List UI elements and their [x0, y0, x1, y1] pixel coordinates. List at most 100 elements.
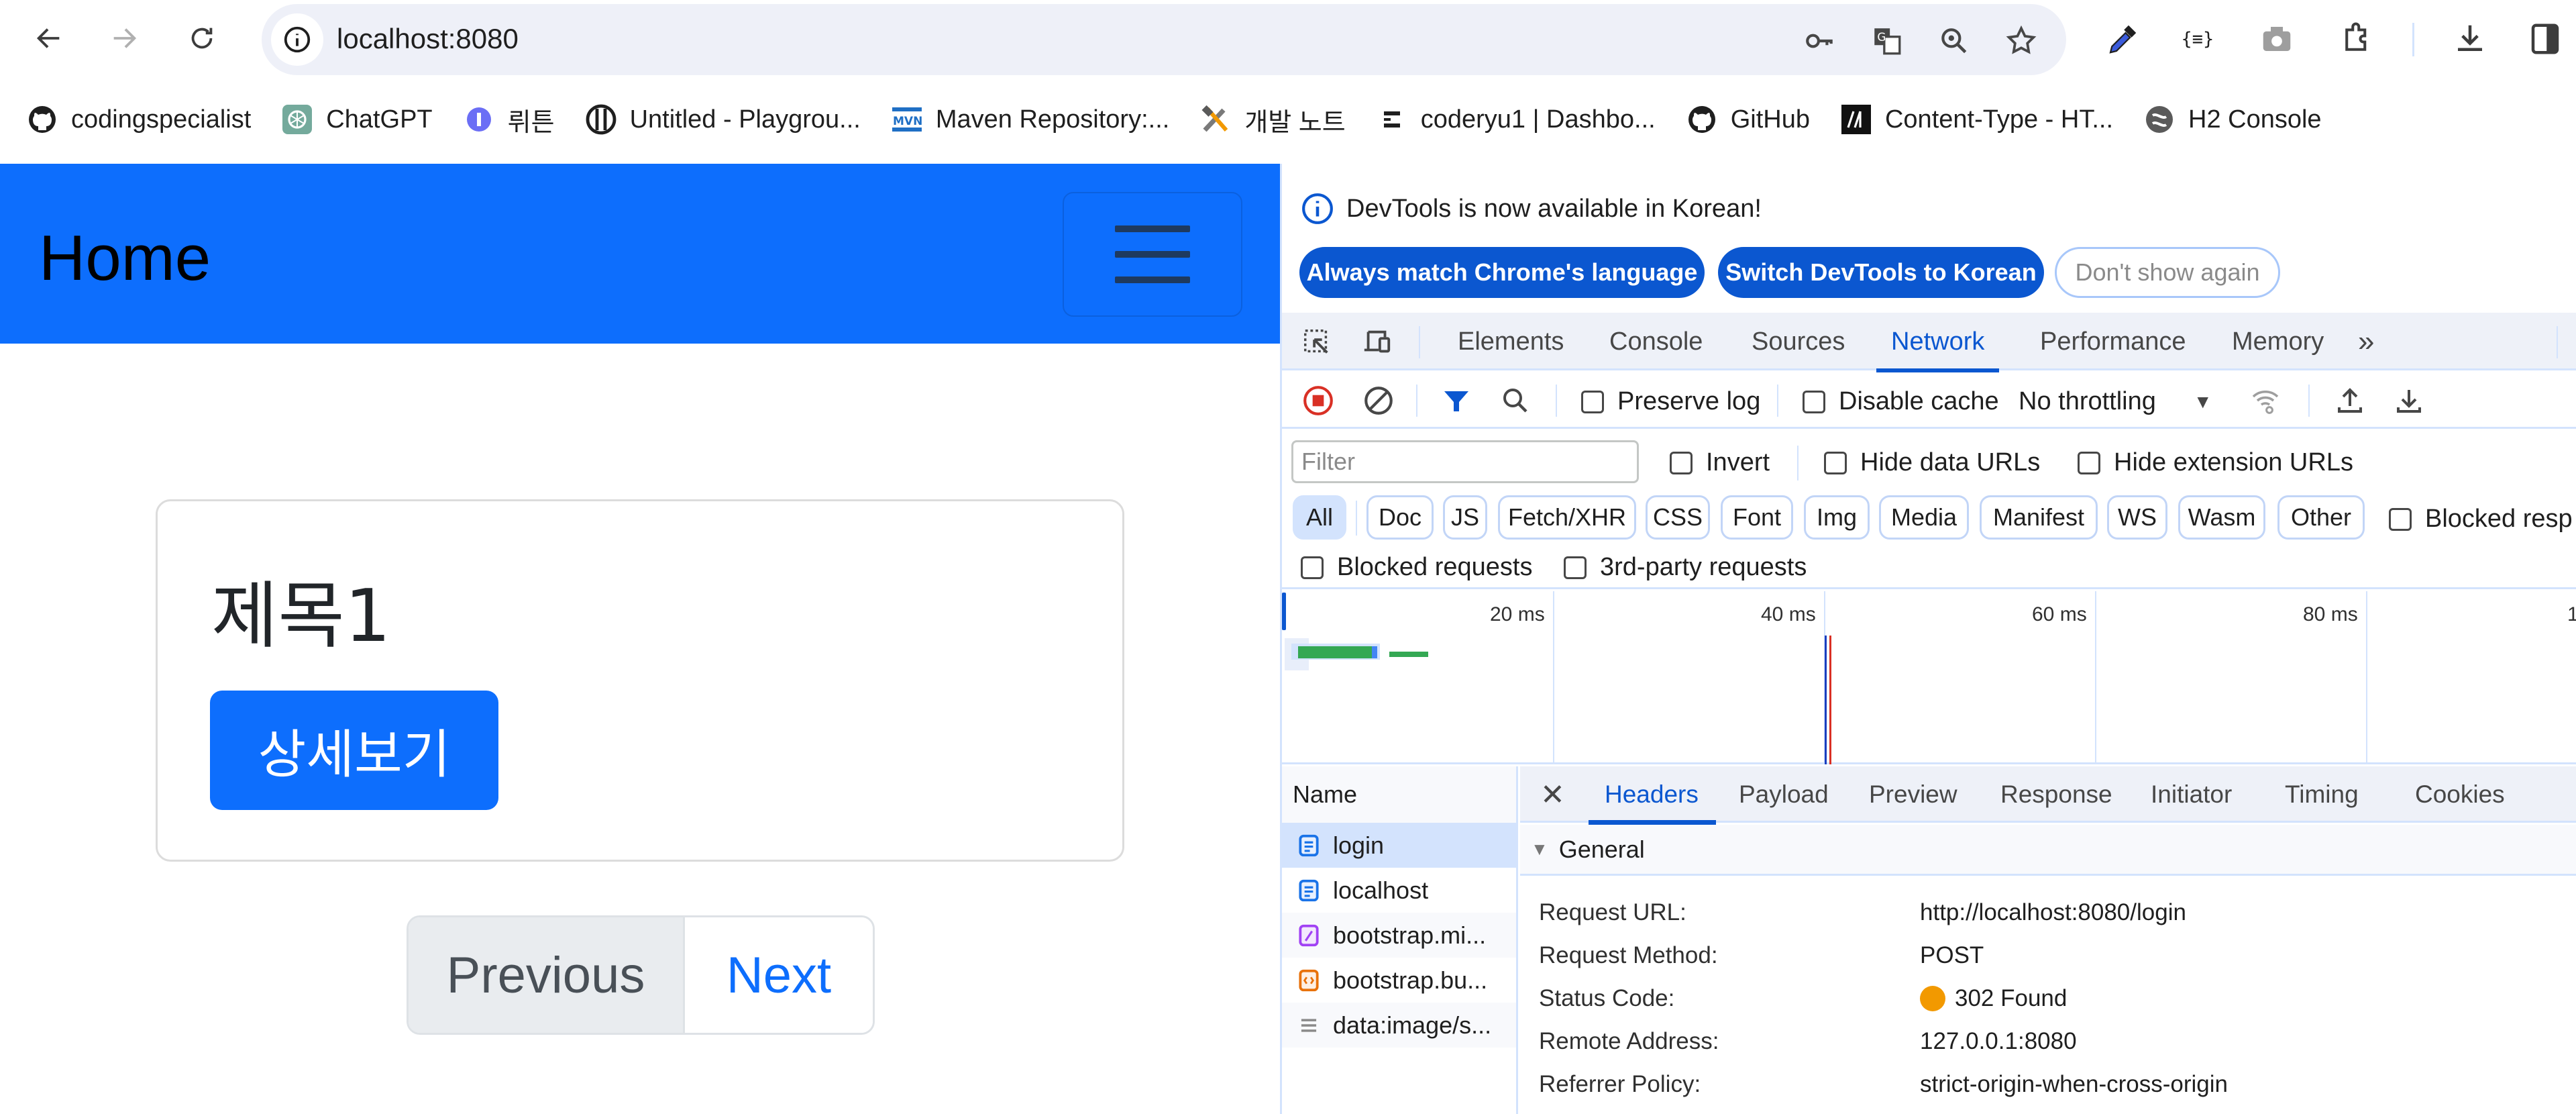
chip-other[interactable]: Other [2277, 495, 2365, 540]
device-toolbar-button[interactable] [1357, 325, 1397, 360]
name-column-header[interactable]: Name [1282, 766, 1516, 823]
always-match-language-button[interactable]: Always match Chrome's language [1299, 247, 1705, 298]
eyedropper-button[interactable] [2102, 19, 2143, 59]
preserve-log-checkbox[interactable]: Preserve log [1581, 387, 1760, 416]
inspect-element-button[interactable] [1299, 325, 1334, 360]
switch-to-korean-button[interactable]: Switch DevTools to Korean [1718, 247, 2044, 298]
tab-network[interactable]: Network [1876, 313, 2000, 372]
tab-elements[interactable]: Elements [1458, 313, 1564, 370]
translate-button[interactable]: G [1869, 23, 1905, 59]
bookmark-dev-notes[interactable]: 개발 노트 [1199, 96, 1346, 143]
bookmark-chatgpt[interactable]: ChatGPT [280, 96, 433, 143]
tab-response[interactable]: Response [2000, 766, 2112, 823]
header-value[interactable]: 127.0.0.1:8080 [1920, 1028, 2077, 1055]
more-tabs-button[interactable]: » [2358, 313, 2374, 370]
bookmark-codingspecialist[interactable]: codingspecialist [25, 96, 251, 143]
throttling-select[interactable]: No throttling ▼ [2019, 387, 2212, 416]
tab-headers[interactable]: Headers [1589, 766, 1716, 825]
clear-log-button[interactable] [1360, 382, 1397, 419]
zoom-button[interactable] [1936, 23, 1972, 59]
network-conditions-button[interactable] [2247, 382, 2284, 419]
tab-divider [2557, 326, 2558, 358]
search-button[interactable] [1497, 382, 1534, 419]
network-overview-timeline[interactable]: 20 ms 40 ms 60 ms 80 ms 1 [1282, 591, 2576, 764]
chip-wasm[interactable]: Wasm [2178, 495, 2265, 540]
dont-show-again-button[interactable]: Don't show again [2055, 247, 2280, 298]
general-section-header[interactable]: ▼ General [1520, 825, 2576, 876]
header-value[interactable]: http://localhost:8080/login [1920, 899, 2186, 926]
tab-timing[interactable]: Timing [2285, 766, 2359, 823]
filter-input[interactable] [1291, 440, 1639, 483]
upload-icon [2338, 388, 2362, 413]
request-row-bootstrap-js[interactable]: bootstrap.bu... [1282, 958, 1516, 1003]
invert-checkbox[interactable]: Invert [1670, 448, 1770, 477]
detail-button[interactable]: 상세보기 [210, 691, 498, 810]
bookmark-untitled-playground[interactable]: Untitled - Playgrou... [584, 96, 861, 143]
site-info-button[interactable] [271, 13, 323, 66]
chip-ws[interactable]: WS [2107, 495, 2167, 540]
request-row-login[interactable]: login [1282, 823, 1516, 868]
chip-js[interactable]: JS [1443, 495, 1487, 540]
navbar-brand[interactable]: Home [39, 221, 211, 295]
bookmark-wrtn[interactable]: 뤼튼 [462, 96, 555, 143]
json-viewer-button[interactable]: {≡} [2176, 19, 2216, 59]
bookmark-github[interactable]: GitHub [1685, 96, 1810, 143]
header-value[interactable]: strict-origin-when-cross-origin [1920, 1071, 2228, 1098]
stop-recording-button[interactable] [1299, 382, 1337, 419]
hide-data-urls-checkbox[interactable]: Hide data URLs [1824, 448, 2040, 477]
bookmark-star-button[interactable] [2003, 23, 2039, 59]
chip-css[interactable]: CSS [1646, 495, 1710, 540]
chip-media[interactable]: Media [1879, 495, 1969, 540]
chip-all[interactable]: All [1293, 495, 1346, 540]
downloads-button[interactable] [2450, 19, 2490, 59]
forward-button[interactable] [101, 15, 148, 62]
third-party-requests-checkbox[interactable]: 3rd-party requests [1564, 553, 1807, 582]
tab-memory[interactable]: Memory [2232, 313, 2324, 370]
reload-button[interactable] [178, 15, 225, 62]
chip-img[interactable]: Img [1804, 495, 1870, 540]
close-detail-button[interactable]: ✕ [1540, 766, 1565, 823]
load-event-marker [1829, 636, 1831, 764]
side-panel-button[interactable] [2525, 19, 2565, 59]
blocked-responses-checkbox[interactable]: Blocked resp [2389, 505, 2573, 534]
bookmark-h2-console[interactable]: H2 Console [2143, 96, 2322, 143]
hide-extension-urls-checkbox[interactable]: Hide extension URLs [2078, 448, 2353, 477]
request-row-data-image[interactable]: data:image/s... [1282, 1003, 1516, 1048]
password-key-button[interactable] [1802, 23, 1838, 59]
tab-performance[interactable]: Performance [2040, 313, 2186, 370]
extensions-button[interactable] [2337, 19, 2377, 59]
tab-preview[interactable]: Preview [1869, 766, 1957, 823]
bookmark-coderyu1-dashboard[interactable]: coderyu1 | Dashbo... [1375, 96, 1656, 143]
filter-toggle-button[interactable] [1438, 382, 1475, 419]
url-text[interactable]: localhost:8080 [337, 23, 519, 55]
bookmark-maven-repository[interactable]: MVN Maven Repository:... [890, 96, 1169, 143]
navbar-toggler-button[interactable] [1063, 192, 1242, 317]
blocked-requests-checkbox[interactable]: Blocked requests [1301, 553, 1533, 582]
chip-fetch-xhr[interactable]: Fetch/XHR [1498, 495, 1636, 540]
pagination-previous[interactable]: Previous [409, 917, 685, 1033]
tab-sources[interactable]: Sources [1752, 313, 1845, 370]
pagination-next[interactable]: Next [685, 917, 873, 1033]
card-title: 제목1 [211, 574, 391, 658]
disable-cache-checkbox[interactable]: Disable cache [1803, 387, 1999, 416]
export-har-button[interactable] [2390, 382, 2428, 419]
import-har-button[interactable] [2331, 382, 2369, 419]
timeline-gridline [2095, 591, 2096, 762]
request-row-bootstrap-css[interactable]: bootstrap.mi... [1282, 913, 1516, 958]
header-value[interactable]: 302 Found [1920, 985, 2067, 1012]
tab-console[interactable]: Console [1609, 313, 1703, 370]
tab-cookies[interactable]: Cookies [2415, 766, 2505, 823]
chip-manifest[interactable]: Manifest [1980, 495, 2098, 540]
tab-payload[interactable]: Payload [1739, 766, 1829, 823]
header-value[interactable]: POST [1920, 942, 1984, 969]
request-row-localhost[interactable]: localhost [1282, 868, 1516, 913]
chip-doc[interactable]: Doc [1366, 495, 1434, 540]
bookmark-content-type-mdn[interactable]: Content-Type - HT... [1839, 96, 2113, 143]
screenshot-button[interactable] [2257, 19, 2297, 59]
chip-font[interactable]: Font [1721, 495, 1793, 540]
tab-initiator[interactable]: Initiator [2151, 766, 2232, 823]
timeline-selection-handle[interactable] [1282, 593, 1286, 630]
address-bar[interactable]: localhost:8080 G [262, 4, 2066, 75]
request-detail-pane: ✕ Headers Payload Preview Response Initi… [1520, 766, 2576, 1114]
back-button[interactable] [25, 15, 72, 62]
